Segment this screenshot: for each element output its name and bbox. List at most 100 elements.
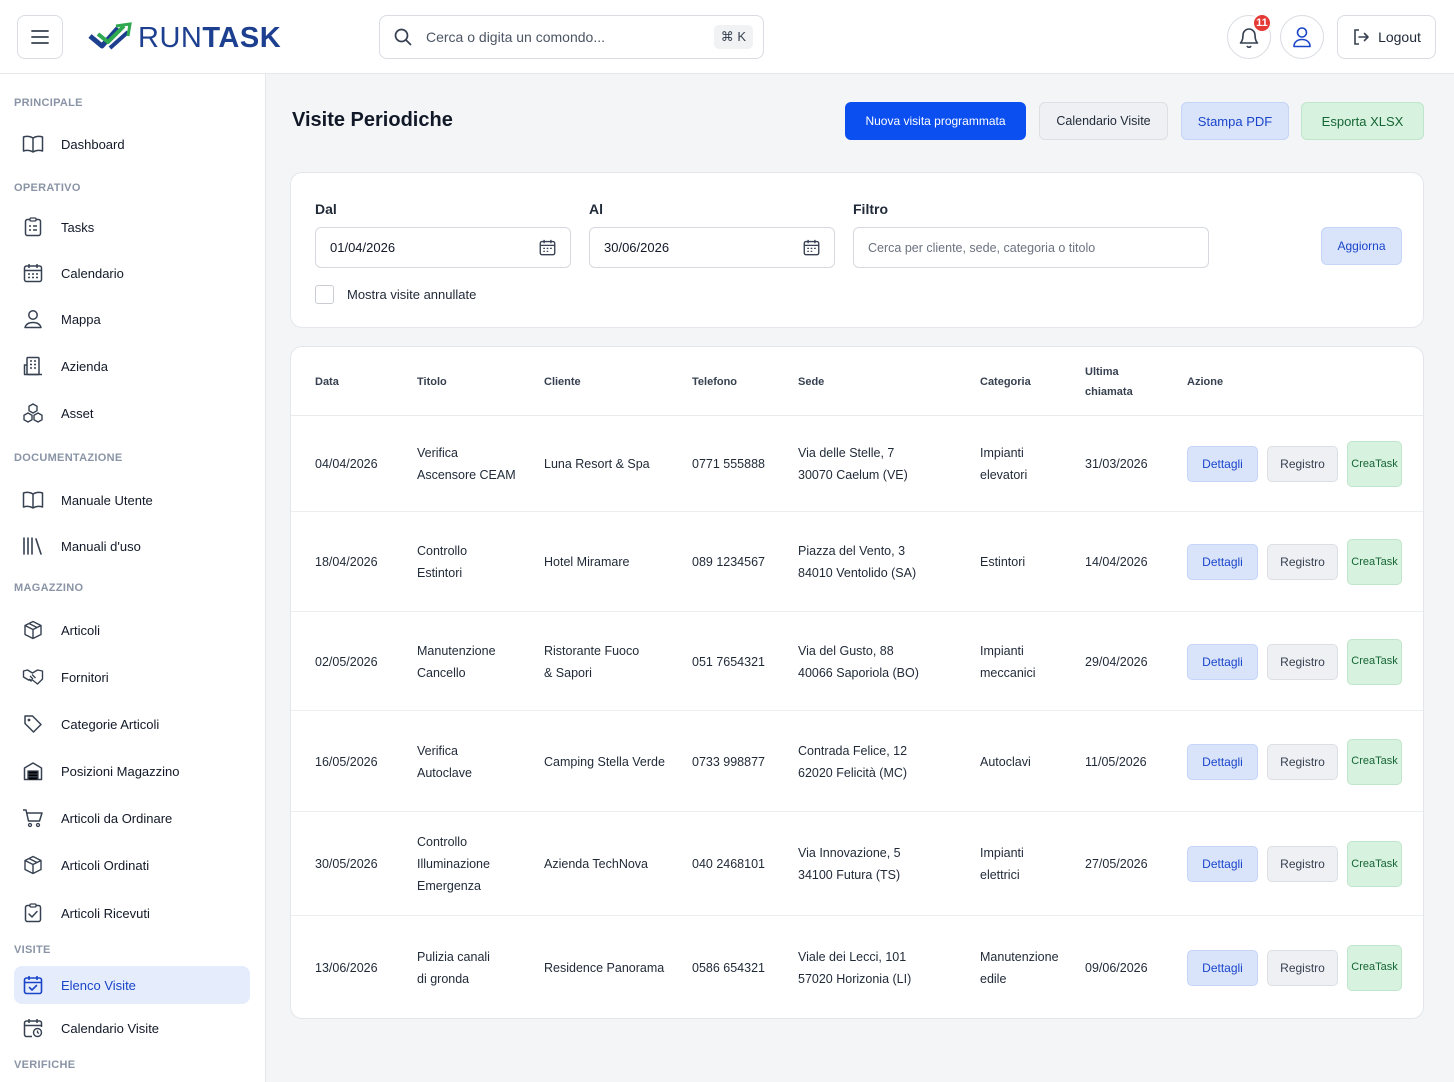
cell-telefono: 0771 555888 — [692, 457, 765, 471]
sidebar-item-label: Dashboard — [61, 136, 125, 152]
section-documentazione: DOCUMENTAZIONE — [14, 452, 123, 464]
filter-search-input[interactable]: Cerca per cliente, sede, categoria o tit… — [853, 227, 1209, 268]
create-task-button[interactable]: Crea Task — [1347, 539, 1402, 585]
export-xlsx-button[interactable]: Esporta XLSX — [1301, 102, 1424, 140]
table-header: Data Titolo Cliente Telefono Sede Catego… — [291, 347, 1423, 416]
cell-data: 16/05/2026 — [315, 754, 378, 769]
visit-calendar-button[interactable]: Calendario Visite — [1039, 102, 1168, 140]
sidebar-item-categorie-articoli[interactable]: Categorie Articoli — [14, 705, 250, 743]
cell-ultima-chiamata: 11/05/2026 — [1085, 754, 1147, 769]
print-pdf-button[interactable]: Stampa PDF — [1181, 102, 1289, 140]
handshake-icon — [22, 669, 44, 685]
package-icon — [24, 620, 42, 640]
refresh-button[interactable]: Aggiorna — [1321, 227, 1402, 265]
details-button[interactable]: Dettagli — [1187, 949, 1258, 986]
cell-categoria: Impianti elevatori — [980, 446, 1028, 482]
show-cancelled-checkbox[interactable] — [315, 285, 334, 304]
col-cliente: Cliente — [544, 376, 581, 388]
book-open-icon — [22, 135, 44, 153]
section-operativo: OPERATIVO — [14, 182, 81, 194]
sidebar-item-tasks[interactable]: Tasks — [14, 208, 250, 246]
cell-titolo: Verifica Ascensore CEAM — [417, 446, 516, 482]
user-icon — [1293, 27, 1311, 48]
sidebar-item-calendario-visite[interactable]: Calendario Visite — [14, 1009, 250, 1047]
details-button[interactable]: Dettagli — [1187, 743, 1258, 780]
logo-text: RUNTASK — [138, 21, 282, 54]
user-profile-button[interactable] — [1280, 15, 1324, 59]
new-visit-button[interactable]: Nuova visita programmata — [845, 102, 1026, 140]
create-task-button[interactable]: Crea Task — [1347, 638, 1402, 685]
sidebar-item-mappa[interactable]: Mappa — [14, 300, 250, 338]
cell-cliente: Hotel Miramare — [544, 555, 630, 569]
logout-icon — [1354, 29, 1369, 45]
cell-titolo: Controllo Estintori — [417, 544, 468, 580]
sidebar-item-elenco-visite[interactable]: Elenco Visite — [14, 966, 250, 1004]
sidebar-item-azienda[interactable]: Azienda — [14, 347, 250, 385]
page-title: Visite Periodiche — [292, 109, 453, 131]
cell-categoria: Estintori — [980, 555, 1026, 569]
log-button[interactable]: Registro — [1267, 846, 1338, 882]
details-button[interactable]: Dettagli — [1187, 643, 1258, 680]
sidebar-item-articoli-ordinati[interactable]: Articoli Ordinati — [14, 846, 250, 884]
sidebar-item-articoli[interactable]: Articoli — [14, 611, 250, 649]
cell-sede: Via del Gusto, 88 40066 Saporiola (BO) — [798, 643, 919, 680]
map-person-icon — [24, 310, 42, 329]
sidebar-item-fornitori[interactable]: Fornitori — [14, 658, 250, 696]
cell-telefono: 051 7654321 — [692, 654, 765, 669]
sidebar-item-label: Asset — [61, 405, 94, 421]
cubes-icon — [23, 403, 43, 423]
menu-button[interactable] — [17, 15, 63, 59]
cell-cliente: Azienda TechNova — [544, 857, 649, 871]
show-cancelled-row[interactable]: Mostra visite annullate — [315, 285, 476, 304]
log-button[interactable]: Registro — [1267, 949, 1338, 986]
log-button[interactable]: Registro — [1267, 743, 1338, 780]
cell-categoria: Impianti meccanici — [980, 643, 1036, 680]
details-button[interactable]: Dettagli — [1187, 846, 1258, 882]
create-task-button[interactable]: Crea Task — [1347, 944, 1402, 991]
cell-titolo: Pulizia canali di gronda — [417, 949, 490, 986]
sidebar-item-posizioni-magazzino[interactable]: Posizioni Magazzino — [14, 752, 250, 790]
command-search[interactable]: Cerca o digita un comondo... ⌘ K — [379, 15, 764, 59]
to-date-input[interactable]: 30/06/2026 — [589, 227, 835, 268]
filter-placeholder: Cerca per cliente, sede, categoria o tit… — [868, 240, 1096, 255]
details-button[interactable]: Dettagli — [1187, 446, 1258, 482]
sidebar-item-calendario[interactable]: Calendario — [14, 254, 250, 292]
cell-data: 18/04/2026 — [315, 555, 378, 569]
sidebar-item-dashboard[interactable]: Dashboard — [14, 125, 250, 163]
create-task-button[interactable]: Crea Task — [1347, 738, 1402, 785]
from-date-input[interactable]: 01/04/2026 — [315, 227, 571, 268]
cell-telefono: 040 2468101 — [692, 857, 765, 871]
table-row: 13/06/2026 Pulizia canali di gronda Residen… — [291, 916, 1423, 1018]
sidebar-item-label: Manuale Utente — [61, 492, 153, 508]
create-task-button[interactable]: Crea Task — [1347, 841, 1402, 887]
log-button[interactable]: Registro — [1267, 643, 1338, 680]
cell-ultima-chiamata: 14/04/2026 — [1085, 555, 1148, 569]
cell-telefono: 0733 998877 — [692, 754, 765, 769]
logo[interactable]: RUNTASK — [88, 18, 281, 58]
to-date-value: 30/06/2026 — [604, 240, 670, 255]
sidebar-item-articoli-ricevuti[interactable]: Articoli Ricevuti — [14, 894, 250, 932]
visits-table: Data Titolo Cliente Telefono Sede Catego… — [290, 346, 1424, 1019]
cell-data: 04/04/2026 — [315, 457, 378, 471]
logout-button[interactable]: Logout — [1337, 15, 1436, 59]
sidebar-item-asset[interactable]: Asset — [14, 394, 250, 432]
col-sede: Sede — [798, 376, 825, 388]
details-button[interactable]: Dettagli — [1187, 544, 1258, 580]
calendar-icon — [803, 239, 820, 256]
calendar-check-icon — [23, 976, 43, 995]
search-input[interactable]: Cerca o digita un comondo... — [426, 29, 714, 45]
sidebar-item-articoli-da-ordinare[interactable]: Articoli da Ordinare — [14, 799, 250, 837]
table-row: 04/04/2026 Verifica Ascensore CEAM Luna Res… — [291, 416, 1423, 512]
cell-data: 30/05/2026 — [315, 857, 378, 871]
sidebar-item-manuale-utente[interactable]: Manuale Utente — [14, 481, 250, 519]
notifications-button[interactable]: 11 — [1227, 13, 1272, 59]
sidebar-item-manuali-uso[interactable]: Manuali d'uso — [14, 527, 250, 565]
log-button[interactable]: Registro — [1267, 544, 1338, 580]
log-button[interactable]: Registro — [1267, 446, 1338, 482]
cell-sede: Piazza del Vento, 3 84010 Ventolido (SA) — [798, 544, 917, 580]
cell-titolo: Verifica Autoclave — [417, 743, 472, 780]
create-task-button[interactable]: Crea Task — [1347, 441, 1402, 487]
cell-ultima-chiamata: 09/06/2026 — [1085, 960, 1148, 975]
hamburger-icon — [31, 30, 49, 44]
cell-categoria: Impianti elettrici — [980, 846, 1024, 882]
